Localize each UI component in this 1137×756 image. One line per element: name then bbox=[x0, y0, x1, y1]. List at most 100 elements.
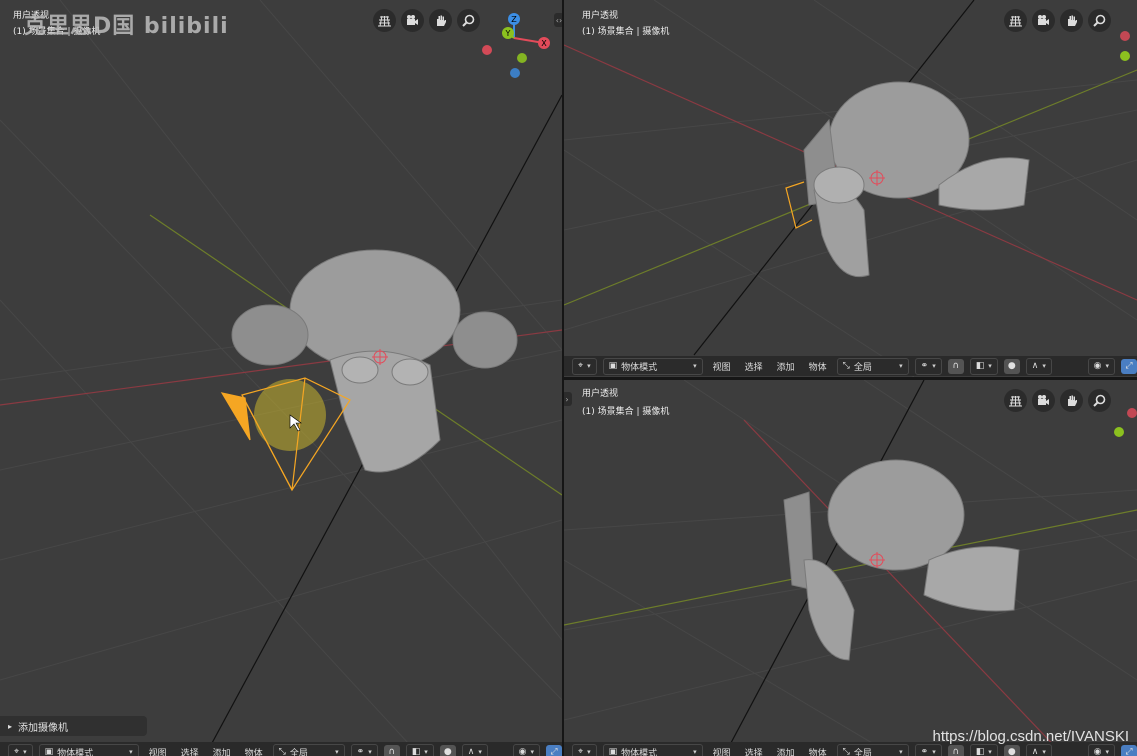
pivot-point-dropdown[interactable]: ⚭ ▾ bbox=[914, 743, 942, 756]
falloff-icon: ∧ bbox=[467, 747, 475, 756]
gizmo-neg-x bbox=[1120, 31, 1130, 41]
snap-target-icon: ◧ bbox=[975, 747, 985, 756]
falloff-dropdown[interactable]: ∧ ▾ bbox=[461, 743, 488, 756]
visibility-dropdown[interactable]: ◉ ▾ bbox=[1087, 743, 1115, 756]
menu-select[interactable]: 选择 bbox=[741, 360, 767, 373]
gizmo-neg-x bbox=[482, 45, 492, 55]
menu-view[interactable]: 视图 bbox=[145, 746, 171, 756]
menu-add[interactable]: 添加 bbox=[209, 746, 235, 756]
gizmo-z-label: Z bbox=[511, 15, 517, 24]
visibility-dropdown[interactable]: ◉ ▾ bbox=[1087, 357, 1115, 375]
transform-orientation-dropdown[interactable]: ⤡ 全局 ▾ bbox=[836, 357, 909, 375]
suzanne-mesh bbox=[783, 459, 1020, 661]
menu-view[interactable]: 视图 bbox=[709, 746, 735, 756]
zoom-icon[interactable] bbox=[457, 9, 480, 32]
viewport-title: 用户透视 bbox=[582, 11, 619, 21]
gizmo-toggle[interactable]: ⤢ bbox=[1121, 744, 1137, 756]
proportional-icon: ● bbox=[443, 747, 452, 756]
eye-icon: ◉ bbox=[1093, 747, 1102, 756]
snap-toggle[interactable]: ∩ bbox=[947, 744, 964, 756]
gizmo-y bbox=[1114, 427, 1124, 437]
hand-icon[interactable] bbox=[1060, 9, 1083, 32]
orientation-label: 全局 bbox=[289, 748, 308, 756]
bilibili-watermark: 克里思D国 bilibili bbox=[24, 14, 229, 39]
orientation-icon: ⤡ bbox=[278, 747, 286, 756]
grid-icon[interactable] bbox=[373, 9, 396, 32]
menu-object[interactable]: 物体 bbox=[805, 746, 831, 756]
falloff-dropdown[interactable]: ∧ ▾ bbox=[1025, 743, 1052, 756]
gizmo-toggle[interactable]: ⤢ bbox=[546, 744, 562, 756]
hand-icon[interactable] bbox=[1060, 389, 1083, 412]
snap-dropdown[interactable]: ◧ ▾ bbox=[969, 357, 998, 375]
gizmo-toggle-icon: ⤢ bbox=[1125, 361, 1133, 371]
object-mode-icon: ▣ bbox=[44, 747, 54, 756]
menu-object[interactable]: 物体 bbox=[241, 746, 267, 756]
orientation-icon: ⤡ bbox=[842, 361, 850, 371]
falloff-dropdown[interactable]: ∧ ▾ bbox=[1025, 357, 1052, 375]
camera-icon[interactable] bbox=[401, 9, 424, 32]
eye-icon: ◉ bbox=[518, 747, 527, 756]
proportional-edit-toggle[interactable]: ● bbox=[439, 744, 456, 756]
expand-arrow-icon: ▸ bbox=[8, 721, 13, 731]
menu-add[interactable]: 添加 bbox=[773, 360, 799, 373]
nav-buttons bbox=[373, 9, 480, 32]
proportional-edit-toggle[interactable]: ● bbox=[1003, 744, 1020, 756]
expand-left-arrow[interactable]: › bbox=[564, 392, 572, 406]
visibility-dropdown[interactable]: ◉ ▾ bbox=[512, 743, 540, 756]
falloff-icon: ∧ bbox=[1031, 747, 1039, 756]
pivot-icon: ⌖ bbox=[578, 747, 584, 756]
axis-gizmo[interactable]: Z X Y bbox=[478, 10, 556, 80]
collapse-right-arrow[interactable]: ‹› bbox=[554, 13, 562, 27]
scene-left bbox=[0, 0, 562, 756]
gizmo-toggle[interactable]: ⤢ bbox=[1121, 358, 1137, 374]
viewport-subtitle: (1) 场景集合 | 摄像机 bbox=[582, 407, 670, 417]
axis-gizmo[interactable] bbox=[1116, 28, 1137, 68]
transform-pivot-dropdown[interactable]: ⌖ ▾ bbox=[572, 357, 597, 375]
transform-orientation-dropdown[interactable]: ⤡ 全局 ▾ bbox=[836, 743, 909, 756]
gizmo-toggle-icon: ⤢ bbox=[550, 747, 558, 756]
grid-icon[interactable] bbox=[1004, 389, 1027, 412]
viewport-left[interactable]: 用户透视 (1) 场景集合 | 摄像机 克里思D国 bilibili Z X Y… bbox=[0, 0, 562, 756]
menu-add[interactable]: 添加 bbox=[773, 746, 799, 756]
operator-panel-add-camera[interactable]: ▸ 添加摄像机 bbox=[0, 716, 147, 736]
suzanne-mesh bbox=[803, 81, 1030, 277]
hand-icon[interactable] bbox=[429, 9, 452, 32]
camera-icon[interactable] bbox=[1032, 9, 1055, 32]
snap-toggle[interactable]: ∩ bbox=[947, 358, 964, 374]
gizmo-toggle-icon: ⤢ bbox=[1125, 747, 1133, 756]
mode-dropdown[interactable]: ▣ 物体模式 ▾ bbox=[602, 743, 703, 756]
gizmo-neg-x bbox=[1127, 408, 1137, 418]
snap-dropdown[interactable]: ◧ ▾ bbox=[969, 743, 998, 756]
magnet-icon: ∩ bbox=[388, 747, 396, 756]
camera-icon[interactable] bbox=[1032, 389, 1055, 412]
menu-select[interactable]: 选择 bbox=[741, 746, 767, 756]
pivot-point-dropdown[interactable]: ⚭ ▾ bbox=[350, 743, 378, 756]
menu-select[interactable]: 选择 bbox=[177, 746, 203, 756]
link-icon: ⚭ bbox=[920, 361, 929, 371]
grid-icon[interactable] bbox=[1004, 9, 1027, 32]
link-icon: ⚭ bbox=[920, 747, 929, 756]
mode-label: 物体模式 bbox=[621, 748, 658, 756]
transform-orientation-dropdown[interactable]: ⤡ 全局 ▾ bbox=[272, 743, 345, 756]
viewport-top-right[interactable]: 用户透视 (1) 场景集合 | 摄像机 ⌖ ▾ ▣ 物体模式 ▾ 视图 选择 添加 物… bbox=[564, 0, 1137, 377]
proportional-edit-toggle[interactable]: ● bbox=[1003, 358, 1020, 374]
viewport-header-left: ⌖ ▾ ▣ 物体模式 ▾ 视图 选择 添加 物体 ⤡ 全局 ▾ ⚭ ▾ ∩ ◧ ▾ ● ∧ ▾ … bbox=[0, 742, 562, 756]
eye-icon: ◉ bbox=[1093, 361, 1102, 371]
snap-toggle[interactable]: ∩ bbox=[383, 744, 400, 756]
mode-dropdown[interactable]: ▣ 物体模式 ▾ bbox=[38, 743, 139, 756]
viewport-bottom-right[interactable]: 用户透视 (1) 场景集合 | 摄像机 ⌖ ▾ ▣ 物体模式 ▾ 视图 选择 添加 物… bbox=[564, 380, 1137, 756]
proportional-icon: ● bbox=[1007, 361, 1016, 371]
mode-dropdown[interactable]: ▣ 物体模式 ▾ bbox=[602, 357, 703, 375]
pivot-point-dropdown[interactable]: ⚭ ▾ bbox=[914, 357, 942, 375]
snap-target-icon: ◧ bbox=[411, 747, 421, 756]
snap-dropdown[interactable]: ◧ ▾ bbox=[405, 743, 434, 756]
transform-pivot-dropdown[interactable]: ⌖ ▾ bbox=[572, 743, 597, 756]
axis-gizmo[interactable] bbox=[1112, 405, 1137, 445]
zoom-icon[interactable] bbox=[1088, 389, 1111, 412]
zoom-icon[interactable] bbox=[1088, 9, 1111, 32]
transform-pivot-dropdown[interactable]: ⌖ ▾ bbox=[8, 743, 33, 756]
viewport-subtitle: (1) 场景集合 | 摄像机 bbox=[582, 27, 670, 37]
snap-target-icon: ◧ bbox=[975, 361, 985, 371]
menu-object[interactable]: 物体 bbox=[805, 360, 831, 373]
menu-view[interactable]: 视图 bbox=[709, 360, 735, 373]
